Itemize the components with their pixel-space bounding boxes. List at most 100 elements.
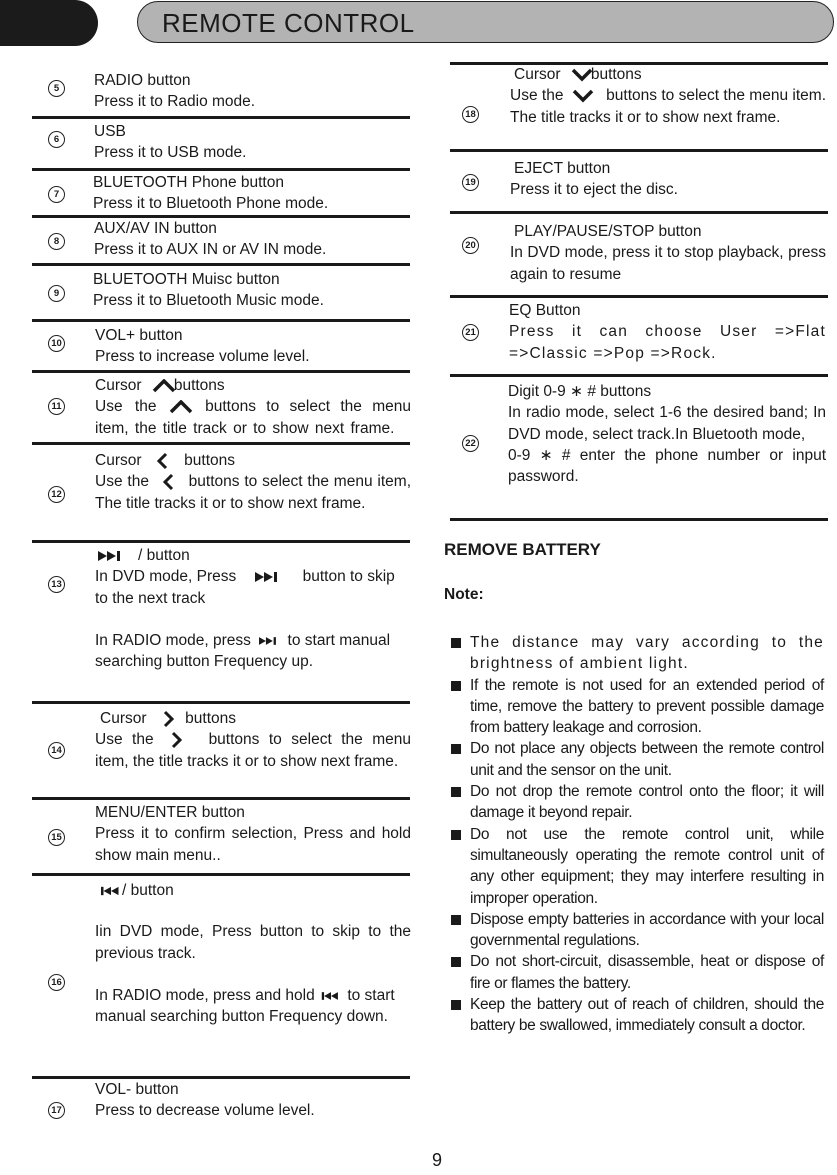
- item-aux-av-in: AUX/AV IN button Press it to AUX IN or A…: [94, 218, 410, 261]
- divider: [32, 263, 410, 266]
- bullet-square-icon: [451, 638, 461, 648]
- item-number-badge: 8: [48, 233, 65, 250]
- item-description: Press it to AUX IN or AV IN mode.: [94, 241, 327, 259]
- section-title-banner: REMOTE CONTROL: [137, 1, 834, 43]
- item-description: Use the buttons to select the menu item,…: [95, 731, 412, 770]
- list-item: The distance may vary according to the b…: [451, 632, 824, 675]
- item-title: Digit 0-9 ∗ # buttons: [508, 383, 652, 400]
- divider: [450, 149, 828, 152]
- skip-next-icon: [98, 550, 120, 561]
- list-item: Do not use the remote control unit, whil…: [451, 824, 824, 909]
- divider: [32, 540, 410, 543]
- item-title: Cursor buttons: [95, 377, 225, 394]
- item-description: Press it to eject the disc.: [510, 181, 678, 199]
- item-number-badge: 10: [48, 335, 65, 352]
- chevron-down-icon: [571, 68, 593, 82]
- item-bluetooth-phone: BLUETOOTH Phone button Press it to Bluet…: [93, 172, 409, 215]
- bullet-square-icon: [451, 680, 461, 691]
- item-description: In DVD mode, press it to stop playback, …: [510, 244, 826, 283]
- item-vol-plus: VOL+ button Press to increase volume lev…: [95, 325, 411, 368]
- chevron-up-icon: [169, 400, 193, 414]
- bullet-square-icon: [451, 744, 461, 755]
- item-vol-minus: VOL- button Press to decrease volume lev…: [95, 1079, 411, 1122]
- item-number-badge: 13: [48, 576, 65, 593]
- list-item: If the remote is not used for an extende…: [451, 675, 824, 739]
- item-number-badge: 16: [48, 974, 65, 991]
- item-skip-next: / button In DVD mode, Press button to sk…: [95, 545, 411, 672]
- item-radio: RADIO button Press it to Radio mode.: [94, 70, 410, 113]
- item-description: Press to decrease volume level.: [95, 1102, 315, 1120]
- chevron-right-icon: [163, 710, 174, 727]
- list-item: Dispose empty batteries in accordance wi…: [451, 909, 824, 952]
- item-digit-buttons: Digit 0-9 ∗ # buttons In radio mode, sel…: [508, 381, 826, 487]
- item-number-badge: 17: [48, 1102, 65, 1119]
- item-cursor-left: Cursor buttons Use the buttons to select…: [95, 450, 411, 514]
- item-title: BLUETOOTH Phone button: [93, 174, 284, 191]
- item-number-badge: 14: [48, 742, 65, 759]
- item-title: / button: [95, 880, 411, 901]
- item-description: Use the buttons to select the menu item.…: [510, 87, 826, 126]
- item-title: EJECT button: [514, 160, 611, 177]
- item-menu-enter: MENU/ENTER button Press it to confirm se…: [95, 802, 411, 866]
- item-title: AUX/AV IN button: [94, 220, 217, 237]
- item-number-badge: 15: [48, 829, 65, 846]
- skip-previous-icon: [321, 991, 338, 1000]
- remove-battery-heading: REMOVE BATTERY: [444, 540, 601, 559]
- item-title: Cursor buttons: [514, 66, 642, 83]
- item-number-badge: 7: [48, 186, 65, 203]
- divider: [32, 797, 410, 800]
- item-description: Press it can choose User =>Flat =>Classi…: [509, 323, 826, 362]
- list-item: Keep the battery out of reach of childre…: [451, 994, 824, 1037]
- item-number-badge: 6: [48, 131, 65, 148]
- item-usb: USB Press it to USB mode.: [94, 121, 410, 164]
- item-number-badge: 11: [48, 398, 65, 415]
- page-number: 9: [432, 1150, 443, 1170]
- bullet-square-icon: [451, 957, 461, 968]
- skip-next-icon: [254, 572, 277, 583]
- item-cursor-up: Cursor buttons Use the buttons to select…: [95, 375, 411, 439]
- bullet-square-icon: [451, 829, 461, 840]
- item-play-pause-stop: PLAY/PAUSE/STOP button In DVD mode, pres…: [510, 221, 826, 285]
- chevron-up-icon: [152, 378, 176, 393]
- divider: [32, 442, 410, 445]
- item-description: In RADIO mode, press and hold to start m…: [95, 986, 395, 1026]
- item-eq: EQ Button Press it can choose User =>Fla…: [509, 300, 826, 364]
- list-item: Do not place any objects between the rem…: [451, 738, 824, 781]
- divider: [32, 873, 410, 876]
- divider: [450, 374, 828, 377]
- item-title: PLAY/PAUSE/STOP button: [514, 223, 702, 240]
- item-skip-previous: / button Iin DVD mode, Press button to s…: [95, 880, 411, 1027]
- item-description: In DVD mode, Press button to skip to the…: [95, 568, 395, 607]
- item-title: USB: [94, 123, 126, 140]
- item-number-badge: 20: [462, 237, 479, 254]
- list-item: Do not short-circuit, disassemble, heat …: [451, 951, 824, 994]
- item-title: / button: [95, 545, 411, 566]
- divider: [32, 168, 410, 171]
- bullet-square-icon: [451, 1000, 461, 1011]
- divider: [450, 211, 828, 214]
- chevron-left-icon: [162, 474, 173, 491]
- item-number-badge: 21: [462, 324, 479, 341]
- item-number-badge: 18: [462, 106, 479, 123]
- divider: [450, 518, 828, 521]
- item-title: RADIO button: [94, 72, 191, 89]
- bullet-square-icon: [451, 914, 461, 925]
- item-number-badge: 19: [462, 174, 479, 191]
- item-bluetooth-music: BLUETOOTH Muisc button Press it to Bluet…: [93, 269, 409, 312]
- bullet-square-icon: [451, 787, 461, 798]
- item-title: BLUETOOTH Muisc button: [93, 271, 280, 288]
- list-item: Do not drop the remote control onto the …: [451, 781, 824, 824]
- item-description: Iin DVD mode, Press button to skip to th…: [95, 923, 411, 962]
- item-description: Press it to Bluetooth Phone mode.: [93, 195, 329, 213]
- item-number-badge: 5: [48, 80, 65, 97]
- item-description: 0-9 ∗ # enter the phone number or input …: [508, 446, 826, 486]
- item-description: Press it to Radio mode.: [94, 93, 256, 111]
- divider: [32, 116, 410, 119]
- skip-next-icon: [259, 636, 277, 645]
- item-title: EQ Button: [509, 302, 581, 319]
- item-description: Press it to USB mode.: [94, 144, 247, 162]
- item-title: Cursor buttons: [100, 710, 236, 727]
- item-number-badge: 12: [48, 486, 65, 503]
